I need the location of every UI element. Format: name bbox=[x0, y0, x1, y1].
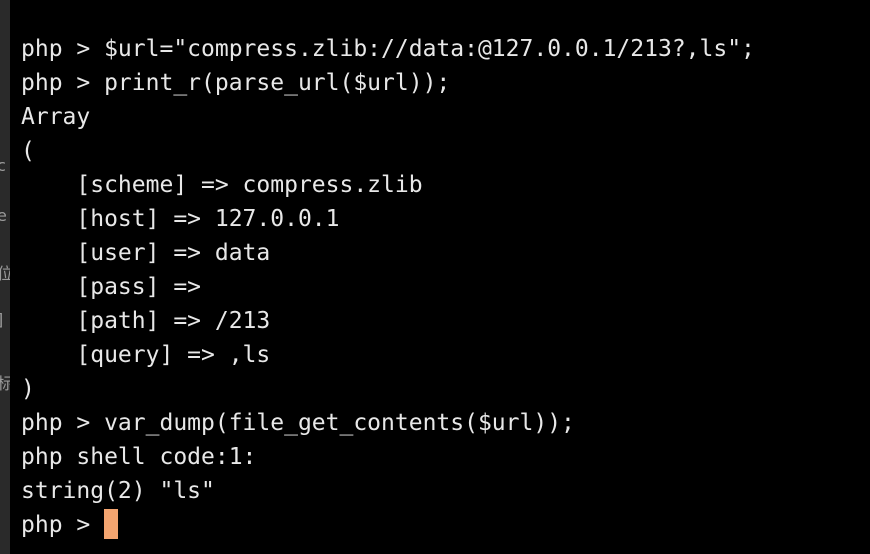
terminal-line: php > $url="compress.zlib://data:@127.0.… bbox=[21, 36, 755, 62]
background-text-fragment: 标 bbox=[0, 374, 10, 393]
background-text-fragment: ] bbox=[0, 312, 10, 328]
terminal-prompt: php > bbox=[21, 512, 105, 538]
terminal-line: Array bbox=[21, 104, 91, 130]
terminal-line: string(2) "ls" bbox=[21, 478, 215, 504]
background-window-edge: c e 位 ] 标 bbox=[0, 0, 10, 554]
terminal-line: [path] => /213 bbox=[21, 308, 271, 334]
terminal-line: [host] => 127.0.0.1 bbox=[21, 206, 340, 232]
terminal-window[interactable]: php > $url="compress.zlib://data:@127.0.… bbox=[10, 0, 870, 554]
terminal-line: [pass] => bbox=[21, 274, 202, 300]
terminal-line: [user] => data bbox=[21, 240, 271, 266]
terminal-line: [query] => ,ls bbox=[21, 342, 271, 368]
background-text-fragment: e bbox=[0, 206, 7, 225]
terminal-line: ( bbox=[21, 138, 35, 164]
terminal-line: ) bbox=[21, 376, 35, 402]
terminal-line: php shell code:1: bbox=[21, 444, 257, 470]
background-text-fragment: c bbox=[0, 156, 6, 175]
terminal-prompt-line[interactable]: php > bbox=[21, 508, 119, 542]
terminal-line: php > var_dump(file_get_contents($url)); bbox=[21, 410, 575, 436]
background-text-fragment: 位 bbox=[0, 264, 10, 283]
terminal-line: [scheme] => compress.zlib bbox=[21, 172, 423, 198]
terminal-cursor bbox=[104, 508, 119, 539]
terminal-line: php > print_r(parse_url($url)); bbox=[21, 70, 451, 96]
